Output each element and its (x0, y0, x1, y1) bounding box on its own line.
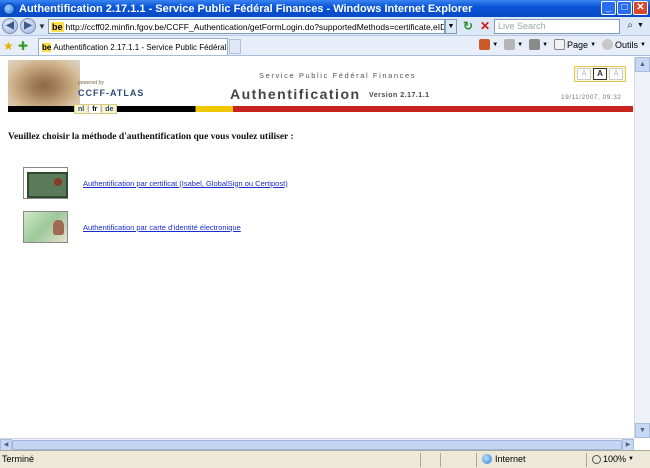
zoom-label: 100% (603, 454, 627, 464)
add-favorites-icon[interactable]: ✚ (18, 39, 28, 53)
minimize-button[interactable]: _ (601, 1, 616, 15)
title-bar: Authentification 2.17.1.1 - Service Publ… (0, 0, 650, 17)
site-favicon-icon: be (51, 21, 64, 32)
globe-icon (482, 454, 492, 464)
zoom-dropdown-icon[interactable]: ▼ (628, 456, 634, 462)
header-photo (8, 60, 80, 107)
close-button[interactable]: ✕ (633, 1, 648, 15)
home-button[interactable]: ▼ (479, 39, 498, 50)
language-selector: nl | fr | de (74, 104, 118, 114)
tab-label: Authentification 2.17.1.1 - Service Publ… (53, 42, 227, 52)
scroll-down-icon[interactable]: ▼ (635, 423, 650, 438)
refresh-icon[interactable]: ↻ (461, 19, 475, 33)
font-size-selector: A A A (574, 66, 626, 82)
status-bar: Terminé Internet 100% ▼ (0, 450, 650, 468)
window-controls: _ □ ✕ (601, 1, 648, 15)
back-button[interactable]: ◀ (2, 18, 18, 34)
status-text: Terminé (2, 454, 35, 464)
search-input[interactable]: Live Search (494, 19, 620, 34)
language-fr-link[interactable]: fr (89, 105, 101, 113)
version-label: Version 2.17.1.1 (369, 92, 430, 99)
zoom-icon (592, 454, 601, 464)
tools-menu-button[interactable]: Outils ▼ (602, 39, 646, 50)
page-menu-label: Page (567, 39, 589, 50)
tab-authentification[interactable]: be Authentification 2.17.1.1 - Service P… (38, 38, 228, 55)
print-icon (529, 39, 541, 50)
history-dropdown-icon[interactable]: ▼ (38, 22, 46, 31)
eid-card-icon[interactable] (23, 211, 68, 243)
service-name: Service Public Fédéral Finances (259, 71, 417, 80)
eid-auth-link[interactable]: Authentification par carte d'identité él… (83, 223, 241, 232)
font-size-large-button[interactable]: A (609, 68, 623, 80)
scroll-up-icon[interactable]: ▲ (635, 57, 650, 72)
certificate-icon[interactable] (23, 167, 68, 199)
tab-favicon-icon: be (42, 42, 52, 52)
feeds-button[interactable]: ▼ (504, 39, 523, 50)
rss-icon (504, 39, 516, 50)
forward-button[interactable]: ▶ (20, 18, 36, 34)
ccff-atlas-logo: CCFF-ATLAS (78, 88, 145, 98)
site-header: powered by CCFF-ATLAS Service Public Féd… (8, 60, 633, 114)
language-nl-link[interactable]: nl (75, 105, 87, 113)
vertical-scrollbar[interactable]: ▲ ▼ (634, 57, 650, 438)
stop-icon[interactable]: ✕ (478, 19, 492, 33)
horizontal-scroll-thumb[interactable] (12, 440, 622, 450)
datetime-label: 19/11/2007, 09:32 (561, 94, 622, 101)
address-input[interactable]: be http://ccff02.minfin.fgov.be/CCFF_Aut… (48, 19, 445, 34)
ie-icon (3, 2, 15, 15)
font-size-medium-button[interactable]: A (593, 68, 607, 80)
method-prompt: Veuillez choisir la méthode d'authentifi… (8, 132, 294, 142)
zone-label: Internet (495, 454, 526, 464)
command-bar: ▼ ▼ ▼ Page ▼ Outils ▼ (479, 39, 646, 50)
window-title: Authentification 2.17.1.1 - Service Publ… (19, 2, 473, 15)
language-de-link[interactable]: de (102, 105, 116, 113)
favorites-star-icon[interactable]: ★ (3, 39, 14, 53)
new-tab-button[interactable] (229, 39, 241, 54)
page-icon (554, 39, 566, 50)
search-icon[interactable]: ⌕ (623, 19, 637, 33)
address-toolbar: ◀ ▶ ▼ be http://ccff02.minfin.fgov.be/CC… (0, 17, 650, 36)
tools-menu-label: Outils (615, 39, 639, 50)
maximize-button[interactable]: □ (617, 1, 632, 15)
gear-icon (602, 39, 614, 50)
tab-toolbar: ★ ✚ be Authentification 2.17.1.1 - Servi… (0, 36, 650, 56)
powered-by-label: powered by (78, 80, 104, 86)
search-dropdown-icon[interactable]: ▼ (637, 22, 644, 29)
address-url[interactable]: http://ccff02.minfin.fgov.be/CCFF_Authen… (66, 22, 444, 32)
zoom-control[interactable]: 100% ▼ (592, 454, 634, 464)
print-button[interactable]: ▼ (529, 39, 548, 50)
address-dropdown-button[interactable]: ▼ (445, 19, 457, 34)
security-zone[interactable]: Internet (482, 454, 526, 464)
home-icon (479, 39, 491, 50)
horizontal-scrollbar[interactable]: ◀ ▶ (0, 438, 634, 451)
method-eid: Authentification par carte d'identité él… (23, 211, 241, 243)
page-content: powered by CCFF-ATLAS Service Public Féd… (8, 57, 633, 438)
method-certificate: Authentification par certificat (Isabel,… (23, 167, 288, 199)
page-title: Authentification (230, 86, 361, 102)
certificate-auth-link[interactable]: Authentification par certificat (Isabel,… (83, 179, 288, 188)
page-menu-button[interactable]: Page ▼ (554, 39, 596, 50)
font-size-small-button[interactable]: A (577, 68, 591, 80)
